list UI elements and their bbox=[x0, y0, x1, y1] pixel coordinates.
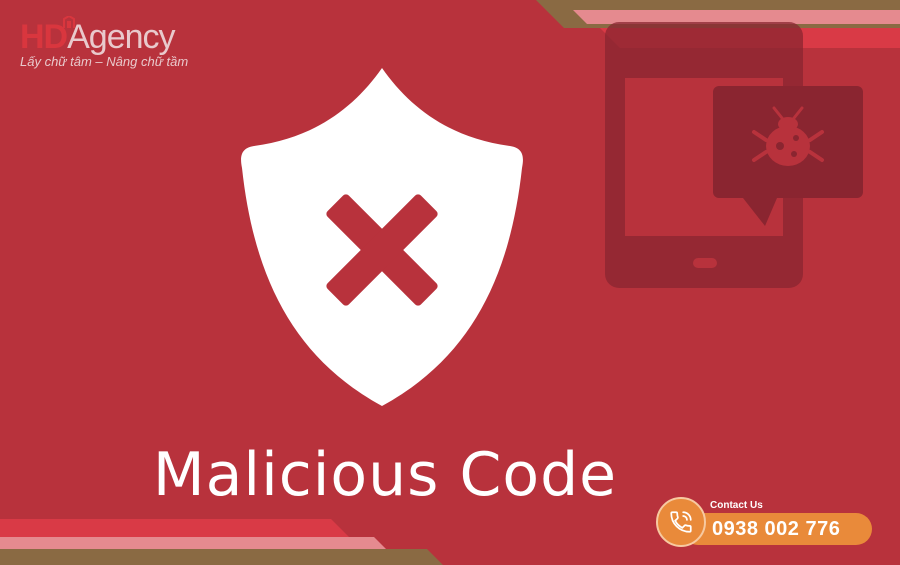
shield-x-icon bbox=[241, 68, 523, 406]
phone-icon bbox=[670, 511, 692, 533]
logo-tagline: Lấy chữ tâm – Nâng chữ tầm bbox=[20, 54, 189, 69]
contact-phone-number[interactable]: 0938 002 776 bbox=[712, 518, 840, 541]
logo-title: HD Agency bbox=[20, 18, 188, 56]
contact-label: Contact Us bbox=[710, 500, 763, 511]
decorative-stripe bbox=[0, 519, 349, 537]
brand-logo[interactable]: HD Agency Lấy chữ tâm – Nâng chữ tầm bbox=[20, 16, 189, 69]
logo-mark-icon bbox=[63, 16, 75, 28]
logo-brand-agency: Agency bbox=[67, 18, 175, 56]
page-title: Malicious Code bbox=[152, 440, 618, 510]
logo-brand-hd: HD bbox=[20, 18, 68, 56]
contact-button[interactable]: Contact Us 0938 002 776 bbox=[656, 497, 876, 549]
decorative-stripe bbox=[0, 537, 386, 549]
decorative-stripe bbox=[0, 549, 453, 565]
tablet-bug-icon bbox=[605, 22, 863, 288]
contact-phone-badge[interactable] bbox=[656, 497, 706, 547]
banner: HD Agency Lấy chữ tâm – Nâng chữ tầm Mal… bbox=[0, 0, 900, 565]
